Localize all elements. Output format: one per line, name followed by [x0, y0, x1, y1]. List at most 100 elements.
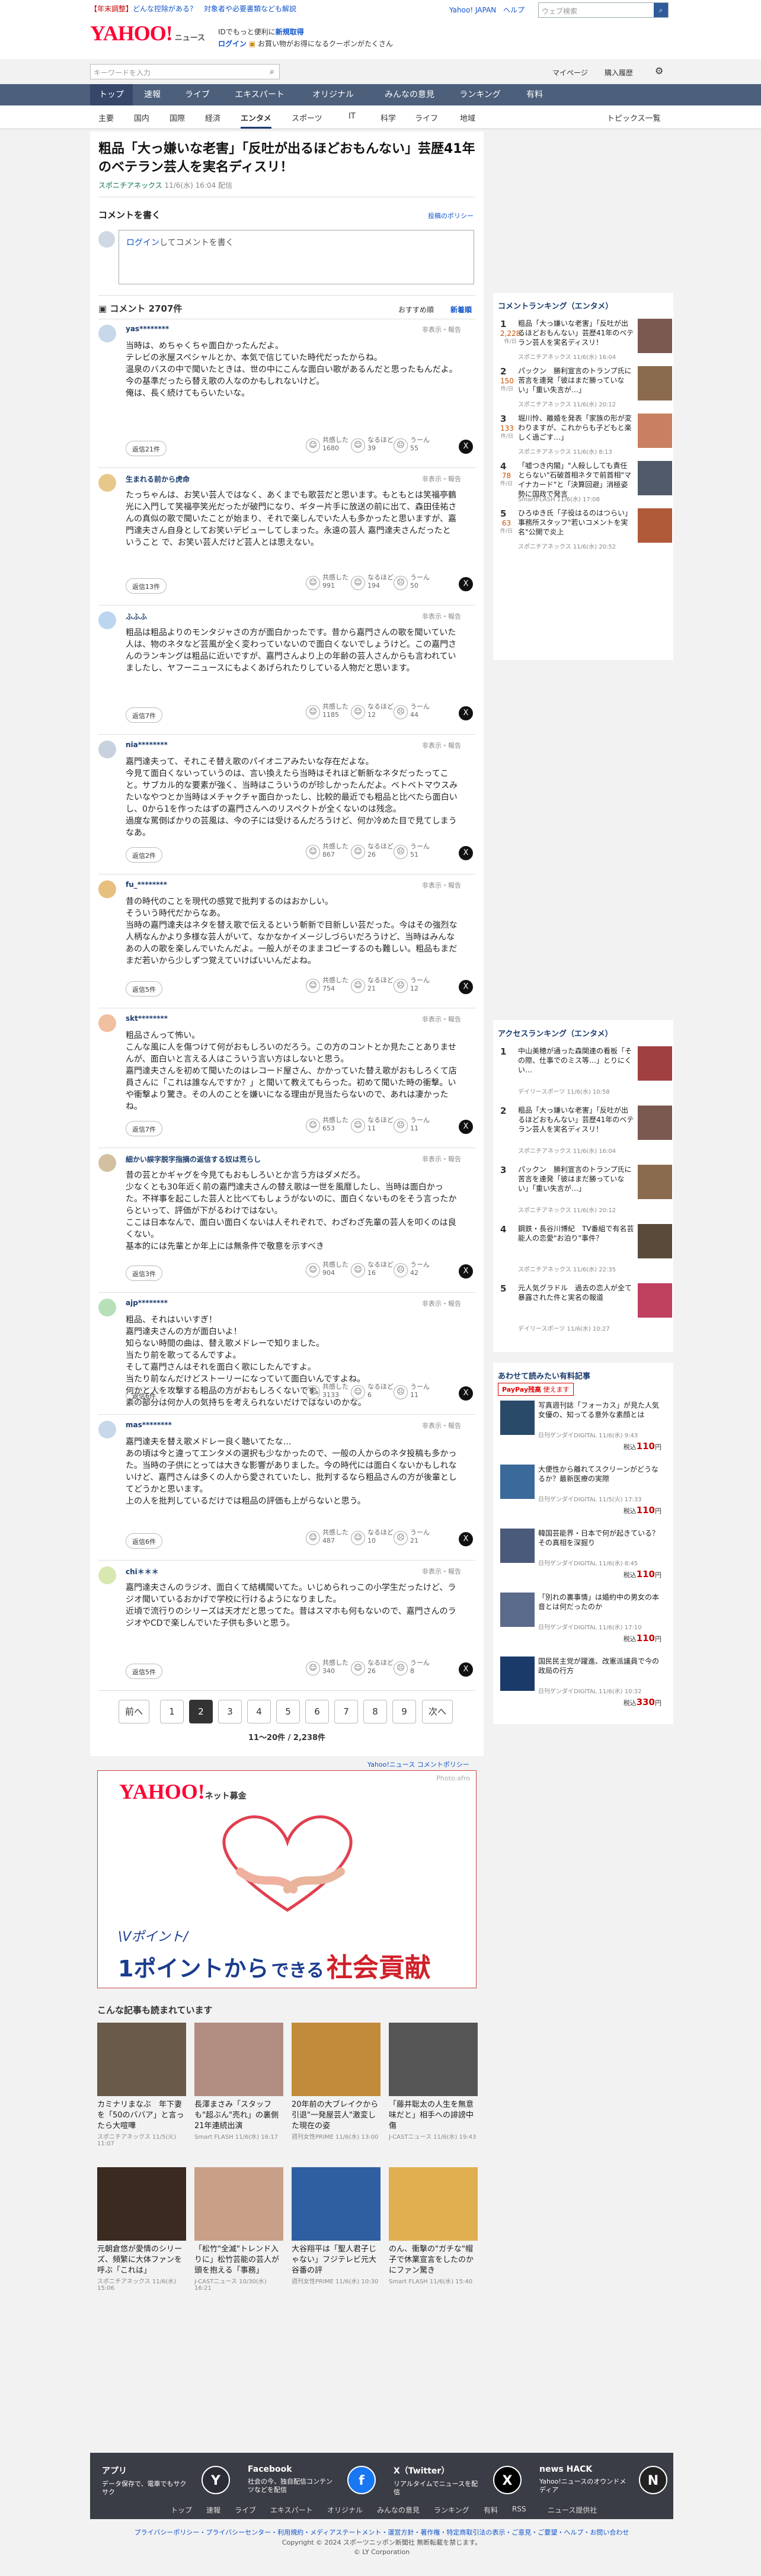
report-link[interactable]: 非表示・報告 [422, 1014, 461, 1024]
like-button[interactable]: ☺ 共感した 991 [306, 573, 352, 595]
reply-button[interactable]: 返信21件 [126, 441, 167, 456]
footer-nav-link[interactable]: ニュース提供社 [548, 2505, 597, 2515]
nav-ranking[interactable]: ランキング [449, 84, 511, 105]
uun-button[interactable]: ☹ うーん 8 [394, 1659, 440, 1680]
x-share-icon[interactable]: X [459, 577, 473, 591]
cat-region[interactable]: 地域 [460, 112, 475, 123]
yahoo-japan-link[interactable]: Yahoo! JAPAN [449, 6, 496, 14]
like-button[interactable]: ☺ 共感した 653 [306, 1116, 352, 1138]
uun-button[interactable]: ☹ うーん 11 [394, 1383, 440, 1404]
hmm-button[interactable]: ☺ なるほど 21 [351, 976, 397, 998]
comment-author[interactable]: 生まれる前から虎命 [126, 474, 190, 484]
footer-nav-link[interactable]: RSS [512, 2505, 526, 2513]
nav-expert[interactable]: エキスパート [223, 84, 296, 105]
x-share-icon[interactable]: X [459, 1120, 473, 1134]
ranking-item[interactable]: 4 鋼鉄・長谷川博紀 TV番組で有名芸能人の恋愛"お泊り"事件？ スポニチアネックス… [500, 1224, 672, 1277]
related-article-card[interactable]: 20年前の大ブレイクから引退"一発屋芸人"激変した現在の姿 週刊女性PRIME 1… [292, 2023, 380, 2141]
report-link[interactable]: 非表示・報告 [422, 1421, 461, 1430]
policy-link[interactable]: 投稿のポリシー [428, 211, 474, 220]
uun-button[interactable]: ☹ うーん 42 [394, 1261, 440, 1282]
footer-nav-link[interactable]: ライブ [235, 2505, 256, 2515]
cat-main[interactable]: 主要 [98, 112, 114, 123]
nav-breaking[interactable]: 速報 [133, 84, 172, 105]
header-notice[interactable]: 【年末調整】どんな控除がある？ 対象者や必要書類なども解説 [90, 4, 296, 14]
footer-app-icon[interactable]: X [493, 2466, 522, 2494]
x-share-icon[interactable]: X [459, 1264, 473, 1279]
x-share-icon[interactable]: X [459, 846, 473, 860]
cat-economy[interactable]: 経済 [205, 112, 220, 123]
footer-app-icon[interactable]: f [347, 2466, 376, 2494]
article-title[interactable]: 粗品「大っ嫌いな老害」「反吐が出るほどおもんない」芸歴41年のベテラン芸人を実名… [98, 140, 478, 177]
related-article-card[interactable]: 「松竹"全滅"トレンド入りに」松竹芸能の芸人が頭を抱える「事務」 J-CASTニュ… [194, 2167, 283, 2292]
report-link[interactable]: 非表示・報告 [422, 1299, 461, 1308]
x-share-icon[interactable]: X [459, 980, 473, 994]
cat-life[interactable]: ライフ [415, 112, 438, 123]
reply-button[interactable]: 返信5件 [126, 1664, 162, 1679]
cat-it[interactable]: IT [348, 112, 356, 121]
cat-entertainment[interactable]: エンタメ [241, 112, 271, 129]
page-8-button[interactable]: 8 [363, 1700, 387, 1723]
report-link[interactable]: 非表示・報告 [422, 474, 461, 483]
comment-author[interactable]: nia******** [126, 741, 168, 749]
news-search-input[interactable]: キーワードを入力 [90, 64, 280, 79]
x-share-icon[interactable]: X [459, 440, 473, 454]
comment-author[interactable]: 細かい誤字脱字指摘の返信する奴は荒らし [126, 1154, 261, 1164]
paid-article-item[interactable]: 大便性から離れてスクリーンがどうなるか？最新医療の実際 日刊ゲンダイDIGITAL… [500, 1465, 666, 1524]
comment-author[interactable]: chi＊＊＊ [126, 1566, 159, 1577]
comment-input[interactable]: ログインしてコメントを書く [119, 230, 474, 284]
reply-button[interactable]: 返信7件 [126, 707, 162, 723]
uun-button[interactable]: ☹ うーん 44 [394, 703, 440, 724]
comment-author[interactable]: fu_******** [126, 880, 167, 889]
hmm-button[interactable]: ☺ なるほど 12 [351, 703, 397, 724]
cat-sports[interactable]: スポーツ [292, 112, 322, 123]
paid-article-item[interactable]: 「別れの裏事情」は婚約中の男女の本音とは何だったのか 日刊ゲンダイDIGITAL … [500, 1593, 666, 1652]
ranking-item[interactable]: 1 中山美穂が通った森関連の看板「その際、仕事でのミス等…」とりにくい… デイリース… [500, 1046, 672, 1100]
x-share-icon[interactable]: X [459, 706, 473, 720]
like-button[interactable]: ☺ 共感した 487 [306, 1529, 352, 1550]
ranking-item[interactable]: 5 元人気グラドル 過去の恋人が全て暴露された件と実名の報道 デイリースポーツ 11… [500, 1283, 672, 1337]
uun-button[interactable]: ☹ うーん 11 [394, 1116, 440, 1138]
report-link[interactable]: 非表示・報告 [422, 325, 461, 334]
nav-paid[interactable]: 有料 [511, 84, 558, 105]
footer-nav-link[interactable]: エキスパート [270, 2505, 313, 2515]
like-button[interactable]: ☺ 共感した 867 [306, 842, 352, 864]
ranking-item[interactable]: 1 2,228 件/日 粗品「大っ嫌いな老害」「反吐が出るほどおもんない」芸歴41年の… [500, 319, 672, 361]
next-page-button[interactable]: 次へ [422, 1700, 453, 1723]
hmm-button[interactable]: ☺ なるほど 26 [351, 1659, 397, 1680]
uun-button[interactable]: ☹ うーん 12 [394, 976, 440, 998]
uun-button[interactable]: ☹ うーん 50 [394, 573, 440, 595]
x-share-icon[interactable]: X [459, 1662, 473, 1677]
topics-list-link[interactable]: トピックス一覧 [607, 112, 661, 123]
related-article-card[interactable]: 長澤まさみ「スタッフも"超ぶん"売れ」の裏側 21年連続出演 Smart FLAS… [194, 2023, 283, 2141]
sort-new[interactable]: 新着順 [450, 305, 472, 315]
page-9-button[interactable]: 9 [392, 1700, 416, 1723]
footer-nav-link[interactable]: トップ [171, 2505, 192, 2515]
help-link[interactable]: ヘルプ [503, 6, 525, 14]
web-search-input[interactable]: ウェブ検索 ⌕ [538, 2, 669, 18]
related-article-card[interactable]: 「藤井聡太の人生を無意味だと」相手への誹謗中傷 J-CASTニュース 11/6(水… [389, 2023, 478, 2141]
hmm-button[interactable]: ☺ なるほど 39 [351, 436, 397, 457]
hmm-button[interactable]: ☺ なるほど 10 [351, 1529, 397, 1550]
hmm-button[interactable]: ☺ なるほど 6 [351, 1383, 397, 1404]
uun-button[interactable]: ☹ うーん 55 [394, 436, 440, 457]
paid-article-item[interactable]: 国民民主党が躍進、改憲派議員で今の政局の行方 日刊ゲンダイDIGITAL 11/6… [500, 1657, 666, 1716]
reply-button[interactable]: 返信13件 [126, 578, 167, 594]
reply-button[interactable]: 返信6件 [126, 1388, 162, 1403]
search-icon[interactable]: ⌕ [266, 65, 279, 79]
footer-nav-link[interactable]: オリジナル [327, 2505, 363, 2515]
hmm-button[interactable]: ☺ なるほど 26 [351, 842, 397, 864]
page-1-button[interactable]: 1 [160, 1700, 184, 1723]
reply-button[interactable]: 返信2件 [126, 847, 162, 863]
comment-author[interactable]: ajp******** [126, 1299, 168, 1307]
nav-top[interactable]: トップ [90, 84, 133, 105]
x-share-icon[interactable]: X [459, 1386, 473, 1401]
like-button[interactable]: ☺ 共感した 3133 [306, 1383, 352, 1404]
related-article-card[interactable]: のん、衝撃の"ガチな"帽子で休業宣言をしたのかにファン驚き Smart FLASH… [389, 2167, 478, 2285]
login-link[interactable]: ログイン [218, 40, 247, 48]
footer-app-icon[interactable]: N [639, 2466, 667, 2494]
ranking-item[interactable]: 3 133 件/日 堀川怜、離婚を発表「家族の形が変わりますが、これからも子どもと楽し… [500, 414, 672, 456]
hmm-button[interactable]: ☺ なるほど 16 [351, 1261, 397, 1282]
reply-button[interactable]: 返信7件 [126, 1121, 162, 1136]
report-link[interactable]: 非表示・報告 [422, 880, 461, 890]
hmm-button[interactable]: ☺ なるほど 11 [351, 1116, 397, 1138]
